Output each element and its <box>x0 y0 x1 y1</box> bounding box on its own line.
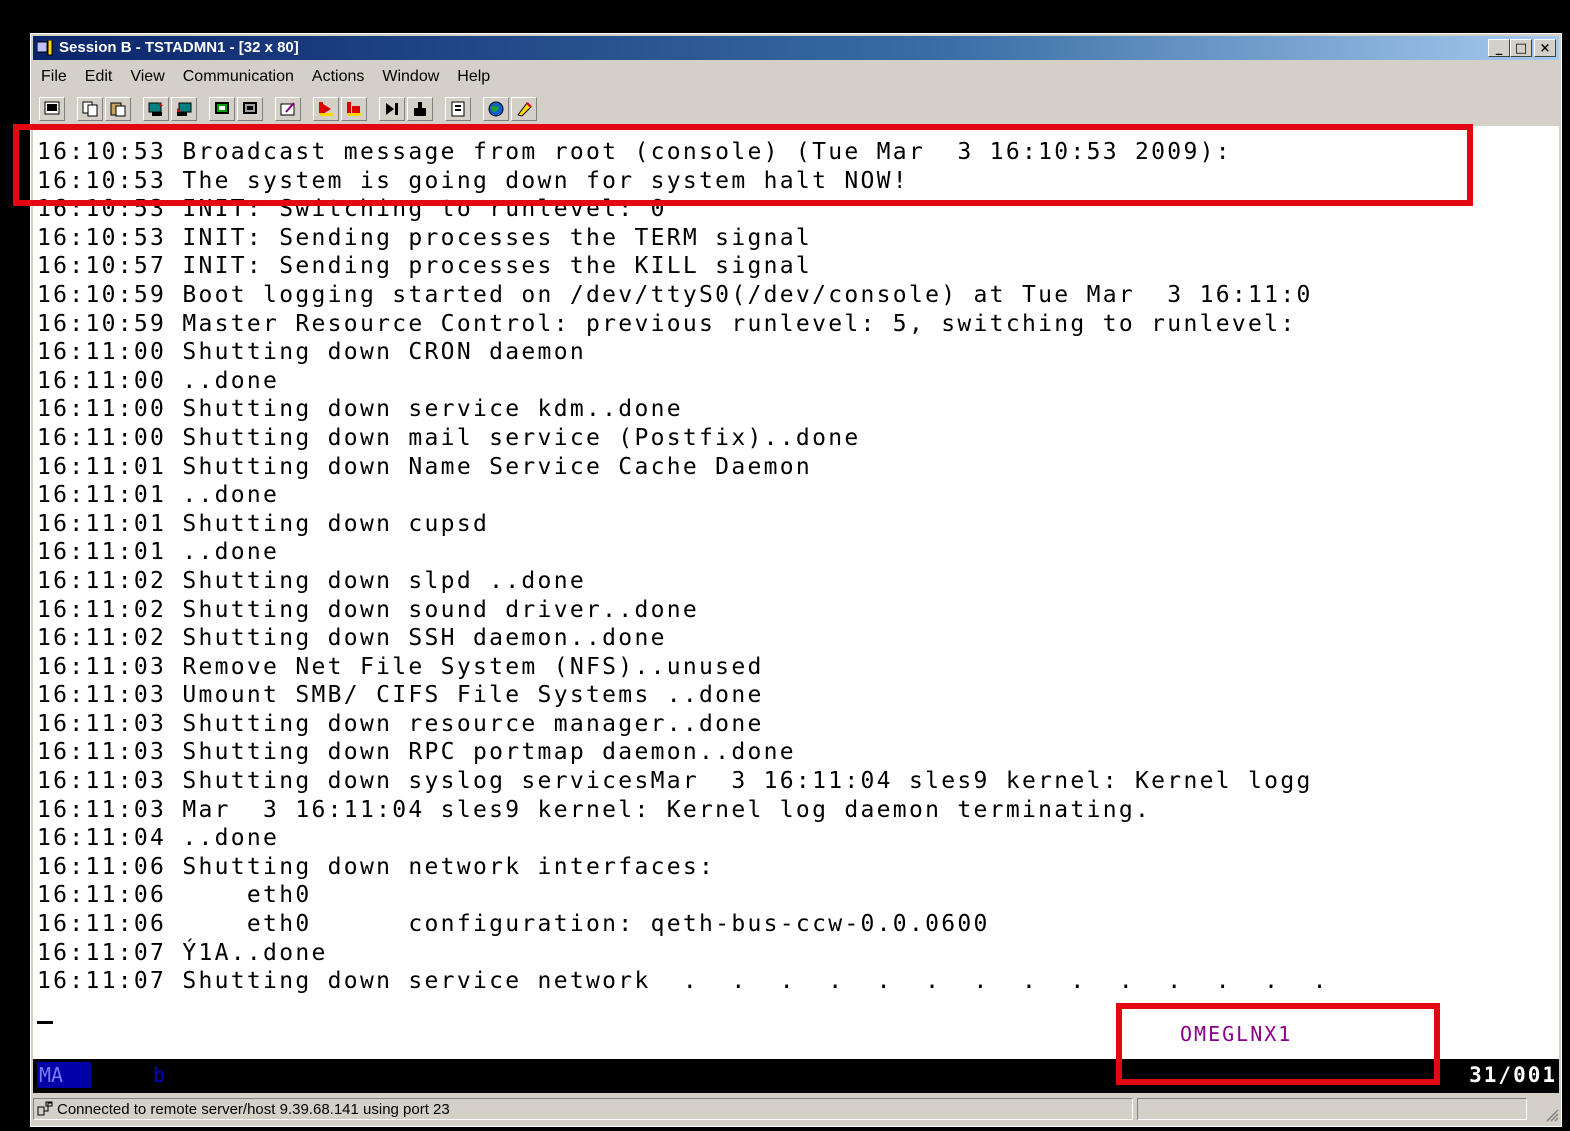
operator-information-area: MA b 31/001 <box>33 1059 1559 1093</box>
terminal-line: 16:11:01 Shutting down Name Service Cach… <box>37 453 813 480</box>
keyboard-setup-icon[interactable] <box>237 97 263 121</box>
play-macro-icon[interactable] <box>379 97 405 121</box>
status-panel-secondary <box>1137 1098 1527 1120</box>
print-screen-icon[interactable] <box>39 97 65 121</box>
terminal-line: 16:10:53 The system is going down for sy… <box>37 167 909 194</box>
terminal-line: 16:11:02 Shutting down SSH daemon..done <box>37 625 667 652</box>
terminal-line: 16:11:00 ..done <box>37 367 280 394</box>
terminal-line: 16:11:03 Shutting down syslog servicesMa… <box>37 768 1313 795</box>
terminal-line: 16:11:03 Remove Net File System (NFS)..u… <box>37 653 764 680</box>
menu-actions[interactable]: Actions <box>303 68 373 86</box>
resize-grip-icon[interactable] <box>1543 1106 1559 1122</box>
toolbar <box>33 94 1559 124</box>
terminal-line: 16:10:57 INIT: Sending processes the KIL… <box>37 253 813 280</box>
oia-session-indicator: b <box>153 1063 166 1087</box>
terminal-line: 16:11:01 Shutting down cupsd <box>37 510 490 537</box>
terminal-line: 16:11:03 Shutting down RPC portmap daemo… <box>37 739 796 766</box>
menu-communication[interactable]: Communication <box>174 68 303 86</box>
terminal-line: 16:10:53 Broadcast message from root (co… <box>37 139 1232 165</box>
terminal-line: 16:10:59 Boot logging started on /dev/tt… <box>37 281 1313 308</box>
window-title: Session B - TSTADMN1 - [32 x 80] <box>59 39 299 56</box>
clipboard-icon[interactable] <box>445 97 471 121</box>
menu-help[interactable]: Help <box>448 68 499 86</box>
macro-icon[interactable] <box>275 97 301 121</box>
status-bar: Connected to remote server/host 9.39.68.… <box>33 1096 1559 1122</box>
menu-bar: File Edit View Communication Actions Win… <box>33 64 1559 90</box>
system-name: OMEGLNX1 <box>1180 1022 1293 1046</box>
menu-edit[interactable]: Edit <box>76 68 122 86</box>
terminal-line: 16:11:02 Shutting down sound driver..don… <box>37 596 700 623</box>
menu-window[interactable]: Window <box>373 68 448 86</box>
color-map-icon[interactable] <box>483 97 509 121</box>
terminal-line: 16:11:01 ..done <box>37 539 280 566</box>
menu-file[interactable]: File <box>33 68 76 86</box>
receive-file-icon[interactable] <box>171 97 197 121</box>
oia-ma-indicator: MA <box>37 1062 91 1088</box>
terminal-line: 16:11:06 eth0 <box>37 882 312 909</box>
stop-macro-icon[interactable] <box>341 97 367 121</box>
terminal-line: 16:10:59 Master Resource Control: previo… <box>37 310 1297 337</box>
terminal-line: 16:10:53 INIT: Switching to runlevel: 0 <box>37 196 667 223</box>
session-icon <box>37 40 53 56</box>
keyboard-map-icon[interactable] <box>407 97 433 121</box>
status-panel: Connected to remote server/host 9.39.68.… <box>33 1098 1133 1120</box>
terminal-line: 16:10:53 INIT: Sending processes the TER… <box>37 224 813 251</box>
menu-view[interactable]: View <box>121 68 173 86</box>
send-file-icon[interactable] <box>143 97 169 121</box>
terminal-line: 16:11:00 Shutting down mail service (Pos… <box>37 424 861 451</box>
terminal-line: 16:11:06 Shutting down network interface… <box>37 853 716 880</box>
text-cursor <box>37 1021 53 1024</box>
terminal-line: 16:11:00 Shutting down CRON daemon <box>37 339 587 366</box>
minimize-button[interactable]: _ <box>1488 39 1510 57</box>
help-icon[interactable] <box>511 97 537 121</box>
terminal-line: 16:11:07 Shutting down service network .… <box>37 968 1329 995</box>
paste-icon[interactable] <box>105 97 131 121</box>
terminal-screen[interactable]: 16:10:53 Broadcast message from root (co… <box>33 126 1559 1059</box>
terminal-line: 16:11:06 eth0 configuration: qeth-bus-cc… <box>37 911 990 938</box>
cursor-position: 31/001 <box>1469 1063 1557 1087</box>
terminal-line: 16:11:03 Umount SMB/ CIFS File Systems .… <box>37 682 764 709</box>
terminal-line: 16:11:03 Mar 3 16:11:04 sles9 kernel: Ke… <box>37 796 1152 823</box>
connection-status: Connected to remote server/host 9.39.68.… <box>57 1100 450 1118</box>
title-bar[interactable]: Session B - TSTADMN1 - [32 x 80] _ □ × <box>33 36 1559 60</box>
display-setup-icon[interactable] <box>209 97 235 121</box>
maximize-button[interactable]: □ <box>1510 39 1532 57</box>
terminal-line: 16:11:01 ..done <box>37 482 280 509</box>
terminal-output: 16:10:53 Broadcast message from root (co… <box>37 138 1329 996</box>
terminal-window: Session B - TSTADMN1 - [32 x 80] _ □ × F… <box>30 33 1562 1127</box>
record-macro-icon[interactable] <box>313 97 339 121</box>
close-button[interactable]: × <box>1534 39 1556 57</box>
copy-icon[interactable] <box>77 97 103 121</box>
terminal-line: 16:11:03 Shutting down resource manager.… <box>37 710 764 737</box>
terminal-line: 16:11:07 Ý1A..done <box>37 939 328 966</box>
connection-icon <box>37 1101 53 1116</box>
terminal-line: 16:11:00 Shutting down service kdm..done <box>37 396 683 423</box>
terminal-line: 16:11:04 ..done <box>37 825 280 852</box>
terminal-line: 16:11:02 Shutting down slpd ..done <box>37 567 587 594</box>
